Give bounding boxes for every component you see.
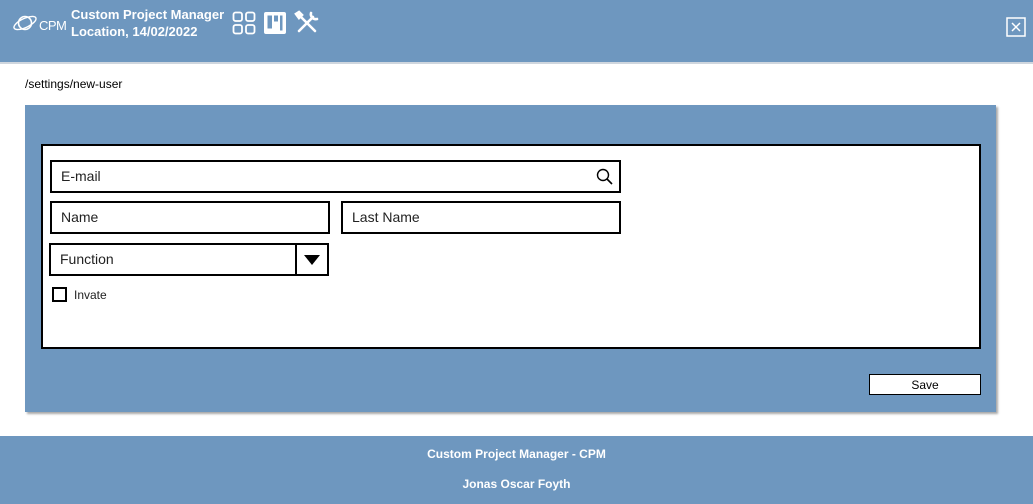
- invite-checkbox-label: Invate: [74, 287, 107, 302]
- logo-text: CPM: [39, 18, 67, 33]
- location-date: Location, 14/02/2022: [71, 24, 198, 39]
- function-select-label: Function: [60, 251, 114, 267]
- save-button[interactable]: Save: [869, 374, 981, 395]
- tools-icon[interactable]: [294, 10, 320, 36]
- name-field-label: Name: [61, 209, 99, 225]
- email-field[interactable]: E-mail: [50, 160, 621, 193]
- invite-checkbox[interactable]: [52, 287, 67, 302]
- footer-author: Jonas Oscar Foyth: [462, 477, 571, 491]
- invite-checkbox-row[interactable]: Invate: [52, 287, 107, 302]
- app-meta: Custom Project Manager Location, 14/02/2…: [71, 6, 224, 40]
- app-logo[interactable]: CPM: [12, 12, 67, 39]
- header-bar: CPM Custom Project Manager Location, 14/…: [0, 0, 1033, 62]
- footer-app-name: Custom Project Manager - CPM: [427, 447, 606, 461]
- breadcrumb[interactable]: /settings/new-user: [25, 77, 122, 91]
- close-button[interactable]: [1006, 17, 1026, 42]
- search-icon[interactable]: [595, 167, 615, 187]
- planet-logo-icon: [12, 12, 38, 39]
- new-user-form: E-mail Name Last Name Function Invate: [41, 144, 981, 349]
- new-user-panel: E-mail Name Last Name Function Invate Sa…: [25, 105, 996, 412]
- close-icon: [1006, 17, 1026, 42]
- app-name: Custom Project Manager: [71, 7, 225, 22]
- kanban-icon[interactable]: [263, 11, 287, 35]
- header-divider: [0, 62, 1033, 64]
- dropdown-arrow-icon[interactable]: [295, 245, 327, 274]
- last-name-field-label: Last Name: [352, 209, 420, 225]
- email-field-label: E-mail: [61, 168, 101, 184]
- nav-icons: [232, 10, 327, 36]
- footer: Custom Project Manager - CPM Jonas Oscar…: [0, 436, 1033, 504]
- grid-icon[interactable]: [232, 11, 256, 35]
- last-name-field[interactable]: Last Name: [341, 201, 621, 234]
- function-select[interactable]: Function: [49, 243, 329, 276]
- name-field[interactable]: Name: [50, 201, 330, 234]
